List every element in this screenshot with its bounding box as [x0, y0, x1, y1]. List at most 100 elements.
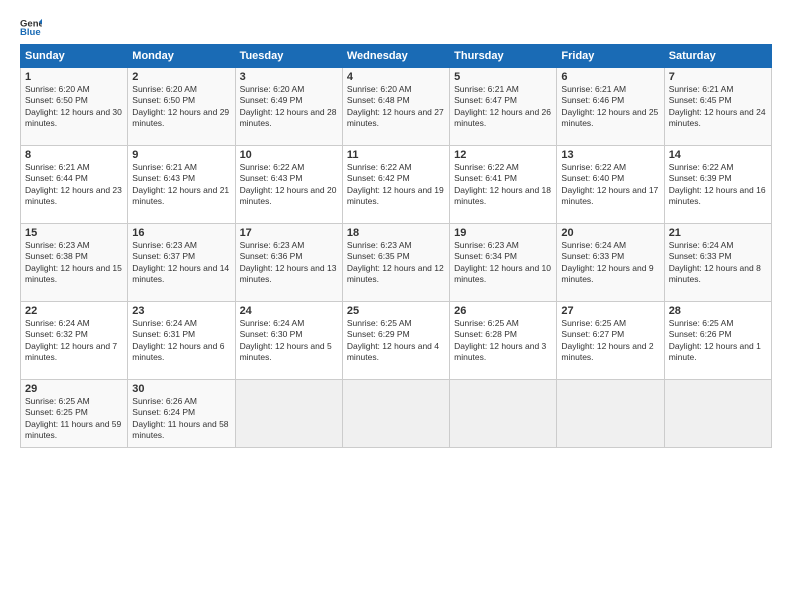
day-info: Sunrise: 6:22 AMSunset: 6:42 PMDaylight:…: [347, 162, 445, 208]
calendar-cell: 20Sunrise: 6:24 AMSunset: 6:33 PMDayligh…: [557, 224, 664, 302]
calendar-cell: 21Sunrise: 6:24 AMSunset: 6:33 PMDayligh…: [664, 224, 771, 302]
calendar-cell: 12Sunrise: 6:22 AMSunset: 6:41 PMDayligh…: [450, 146, 557, 224]
calendar-cell: [557, 380, 664, 448]
day-info: Sunrise: 6:24 AMSunset: 6:30 PMDaylight:…: [240, 318, 338, 364]
day-number: 28: [669, 305, 767, 317]
day-number: 20: [561, 227, 659, 239]
day-info: Sunrise: 6:24 AMSunset: 6:32 PMDaylight:…: [25, 318, 123, 364]
calendar-cell: 27Sunrise: 6:25 AMSunset: 6:27 PMDayligh…: [557, 302, 664, 380]
day-number: 11: [347, 149, 445, 161]
calendar-cell: 3Sunrise: 6:20 AMSunset: 6:49 PMDaylight…: [235, 68, 342, 146]
weekday-header-row: SundayMondayTuesdayWednesdayThursdayFrid…: [21, 45, 772, 68]
calendar-cell: 14Sunrise: 6:22 AMSunset: 6:39 PMDayligh…: [664, 146, 771, 224]
calendar-cell: 5Sunrise: 6:21 AMSunset: 6:47 PMDaylight…: [450, 68, 557, 146]
calendar-page: General Blue SundayMondayTuesdayWednesda…: [0, 0, 792, 612]
day-info: Sunrise: 6:22 AMSunset: 6:43 PMDaylight:…: [240, 162, 338, 208]
day-number: 3: [240, 71, 338, 83]
day-number: 12: [454, 149, 552, 161]
day-number: 1: [25, 71, 123, 83]
day-number: 26: [454, 305, 552, 317]
day-number: 14: [669, 149, 767, 161]
calendar-cell: 25Sunrise: 6:25 AMSunset: 6:29 PMDayligh…: [342, 302, 449, 380]
calendar-cell: 7Sunrise: 6:21 AMSunset: 6:45 PMDaylight…: [664, 68, 771, 146]
day-info: Sunrise: 6:23 AMSunset: 6:34 PMDaylight:…: [454, 240, 552, 286]
weekday-friday: Friday: [557, 45, 664, 68]
calendar-cell: 10Sunrise: 6:22 AMSunset: 6:43 PMDayligh…: [235, 146, 342, 224]
weekday-wednesday: Wednesday: [342, 45, 449, 68]
day-info: Sunrise: 6:24 AMSunset: 6:33 PMDaylight:…: [561, 240, 659, 286]
day-info: Sunrise: 6:22 AMSunset: 6:40 PMDaylight:…: [561, 162, 659, 208]
day-number: 18: [347, 227, 445, 239]
day-number: 8: [25, 149, 123, 161]
weekday-thursday: Thursday: [450, 45, 557, 68]
calendar-cell: 26Sunrise: 6:25 AMSunset: 6:28 PMDayligh…: [450, 302, 557, 380]
day-number: 17: [240, 227, 338, 239]
day-info: Sunrise: 6:23 AMSunset: 6:36 PMDaylight:…: [240, 240, 338, 286]
day-number: 29: [25, 383, 123, 395]
day-number: 2: [132, 71, 230, 83]
day-number: 19: [454, 227, 552, 239]
day-number: 4: [347, 71, 445, 83]
day-info: Sunrise: 6:20 AMSunset: 6:49 PMDaylight:…: [240, 84, 338, 130]
day-info: Sunrise: 6:25 AMSunset: 6:26 PMDaylight:…: [669, 318, 767, 364]
svg-text:Blue: Blue: [20, 27, 41, 38]
calendar-cell: [342, 380, 449, 448]
day-number: 5: [454, 71, 552, 83]
day-info: Sunrise: 6:20 AMSunset: 6:50 PMDaylight:…: [25, 84, 123, 130]
logo-icon: General Blue: [20, 16, 42, 38]
day-info: Sunrise: 6:22 AMSunset: 6:41 PMDaylight:…: [454, 162, 552, 208]
calendar-cell: [450, 380, 557, 448]
logo: General Blue: [20, 16, 42, 38]
day-info: Sunrise: 6:25 AMSunset: 6:29 PMDaylight:…: [347, 318, 445, 364]
calendar-cell: 11Sunrise: 6:22 AMSunset: 6:42 PMDayligh…: [342, 146, 449, 224]
calendar-cell: 1Sunrise: 6:20 AMSunset: 6:50 PMDaylight…: [21, 68, 128, 146]
day-info: Sunrise: 6:20 AMSunset: 6:48 PMDaylight:…: [347, 84, 445, 130]
day-number: 13: [561, 149, 659, 161]
calendar-cell: [235, 380, 342, 448]
day-info: Sunrise: 6:25 AMSunset: 6:28 PMDaylight:…: [454, 318, 552, 364]
day-number: 7: [669, 71, 767, 83]
day-number: 16: [132, 227, 230, 239]
day-number: 6: [561, 71, 659, 83]
day-info: Sunrise: 6:21 AMSunset: 6:45 PMDaylight:…: [669, 84, 767, 130]
day-info: Sunrise: 6:22 AMSunset: 6:39 PMDaylight:…: [669, 162, 767, 208]
calendar-cell: 16Sunrise: 6:23 AMSunset: 6:37 PMDayligh…: [128, 224, 235, 302]
day-number: 21: [669, 227, 767, 239]
calendar-cell: 9Sunrise: 6:21 AMSunset: 6:43 PMDaylight…: [128, 146, 235, 224]
calendar-cell: 13Sunrise: 6:22 AMSunset: 6:40 PMDayligh…: [557, 146, 664, 224]
calendar-cell: 15Sunrise: 6:23 AMSunset: 6:38 PMDayligh…: [21, 224, 128, 302]
day-number: 22: [25, 305, 123, 317]
weekday-monday: Monday: [128, 45, 235, 68]
day-number: 9: [132, 149, 230, 161]
day-info: Sunrise: 6:24 AMSunset: 6:33 PMDaylight:…: [669, 240, 767, 286]
header: General Blue: [20, 16, 772, 38]
day-info: Sunrise: 6:23 AMSunset: 6:35 PMDaylight:…: [347, 240, 445, 286]
day-info: Sunrise: 6:25 AMSunset: 6:25 PMDaylight:…: [25, 396, 123, 442]
day-info: Sunrise: 6:23 AMSunset: 6:38 PMDaylight:…: [25, 240, 123, 286]
weekday-tuesday: Tuesday: [235, 45, 342, 68]
calendar-cell: 6Sunrise: 6:21 AMSunset: 6:46 PMDaylight…: [557, 68, 664, 146]
calendar-table: SundayMondayTuesdayWednesdayThursdayFrid…: [20, 44, 772, 448]
day-info: Sunrise: 6:21 AMSunset: 6:44 PMDaylight:…: [25, 162, 123, 208]
day-info: Sunrise: 6:23 AMSunset: 6:37 PMDaylight:…: [132, 240, 230, 286]
calendar-cell: 8Sunrise: 6:21 AMSunset: 6:44 PMDaylight…: [21, 146, 128, 224]
calendar-cell: 24Sunrise: 6:24 AMSunset: 6:30 PMDayligh…: [235, 302, 342, 380]
day-number: 27: [561, 305, 659, 317]
day-number: 15: [25, 227, 123, 239]
calendar-cell: 23Sunrise: 6:24 AMSunset: 6:31 PMDayligh…: [128, 302, 235, 380]
day-info: Sunrise: 6:21 AMSunset: 6:47 PMDaylight:…: [454, 84, 552, 130]
weekday-saturday: Saturday: [664, 45, 771, 68]
calendar-cell: [664, 380, 771, 448]
day-info: Sunrise: 6:26 AMSunset: 6:24 PMDaylight:…: [132, 396, 230, 442]
day-info: Sunrise: 6:21 AMSunset: 6:43 PMDaylight:…: [132, 162, 230, 208]
day-info: Sunrise: 6:21 AMSunset: 6:46 PMDaylight:…: [561, 84, 659, 130]
day-number: 10: [240, 149, 338, 161]
day-info: Sunrise: 6:25 AMSunset: 6:27 PMDaylight:…: [561, 318, 659, 364]
weekday-sunday: Sunday: [21, 45, 128, 68]
calendar-cell: 18Sunrise: 6:23 AMSunset: 6:35 PMDayligh…: [342, 224, 449, 302]
day-number: 24: [240, 305, 338, 317]
calendar-cell: 30Sunrise: 6:26 AMSunset: 6:24 PMDayligh…: [128, 380, 235, 448]
calendar-cell: 2Sunrise: 6:20 AMSunset: 6:50 PMDaylight…: [128, 68, 235, 146]
day-number: 30: [132, 383, 230, 395]
calendar-cell: 29Sunrise: 6:25 AMSunset: 6:25 PMDayligh…: [21, 380, 128, 448]
